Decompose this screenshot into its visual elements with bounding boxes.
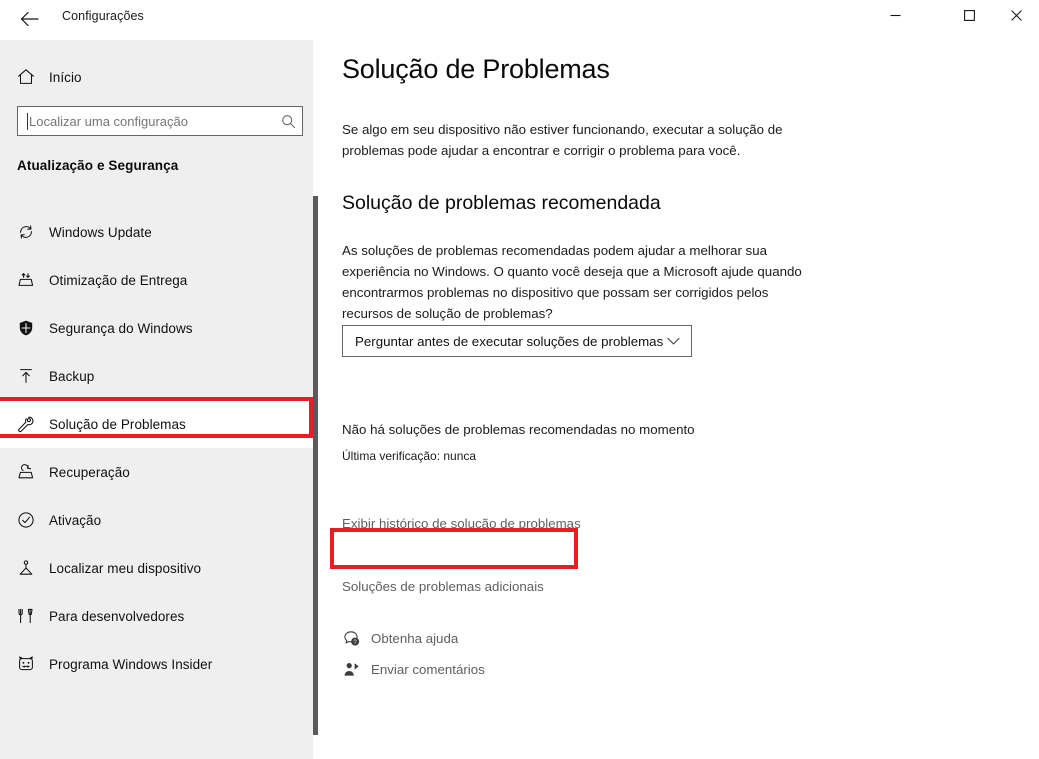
sidebar-item-windows-security[interactable]: Segurança do Windows — [0, 304, 313, 352]
link-additional-troubleshooters[interactable]: Soluções de problemas adicionais — [342, 579, 544, 594]
status-message: Não há soluções de problemas recomendada… — [342, 422, 695, 437]
dropdown-selected-value: Perguntar antes de executar soluções de … — [355, 333, 664, 349]
backup-upload-icon — [17, 367, 45, 385]
page-title: Solução de Problemas — [342, 54, 610, 84]
sidebar-item-label: Backup — [49, 368, 95, 384]
back-arrow-icon — [20, 12, 39, 26]
sidebar-item-label: Localizar meu dispositivo — [49, 560, 202, 576]
delivery-optimization-icon — [17, 271, 45, 289]
link-troubleshoot-history[interactable]: Exibir histórico de solução de problemas — [342, 516, 581, 531]
sidebar-item-label: Solução de Problemas — [49, 416, 186, 432]
maximize-button[interactable] — [946, 0, 992, 31]
sidebar-item-label: Para desenvolvedores — [49, 608, 185, 624]
search-icon[interactable] — [274, 107, 302, 135]
sidebar-item-label: Recuperação — [49, 464, 130, 480]
sidebar-item-find-my-device[interactable]: Localizar meu dispositivo — [0, 544, 313, 592]
sidebar-item-label: Programa Windows Insider — [49, 656, 213, 672]
wrench-icon — [17, 415, 45, 433]
sidebar-item-delivery-optimization[interactable]: Otimização de Entrega — [0, 256, 313, 304]
sidebar-item-label: Ativação — [49, 512, 102, 528]
sidebar: Início Atualização e Segurança — [0, 40, 313, 759]
check-circle-icon — [17, 511, 45, 529]
link-send-feedback-label: Enviar comentários — [371, 662, 485, 677]
close-icon — [1010, 10, 1022, 21]
sidebar-item-troubleshoot[interactable]: Solução de Problemas — [0, 400, 313, 448]
window-title: Configurações — [62, 9, 144, 23]
settings-window: Configurações Início Localizar uma confi… — [0, 0, 1039, 759]
help-question-bubble-icon: ? — [336, 630, 366, 647]
text-caret — [27, 113, 28, 130]
section-title-recommended: Solução de problemas recomendada — [342, 192, 661, 214]
insider-cat-icon — [17, 655, 45, 673]
sidebar-item-windows-update[interactable]: Windows Update — [0, 208, 313, 256]
update-refresh-icon — [17, 223, 45, 241]
minimize-button[interactable] — [872, 0, 918, 31]
developer-tools-icon — [17, 607, 45, 625]
sidebar-item-windows-insider[interactable]: Programa Windows Insider — [0, 640, 313, 688]
home-icon — [17, 68, 45, 86]
link-send-feedback[interactable]: Enviar comentários — [336, 661, 485, 678]
shield-icon — [17, 319, 45, 337]
chevron-down-icon — [667, 337, 680, 346]
page-description: Se algo em seu dispositivo não estiver f… — [342, 122, 783, 158]
sidebar-item-activation[interactable]: Ativação — [0, 496, 313, 544]
section-description: As soluções de problemas recomendadas po… — [342, 243, 802, 321]
back-button[interactable] — [6, 2, 52, 36]
link-get-help[interactable]: ? Obtenha ajuda — [336, 630, 458, 647]
sidebar-nav-list: Windows Update Otimização de Entrega Seg… — [0, 208, 313, 688]
title-bar: Configurações — [0, 0, 1039, 40]
sidebar-item-for-developers[interactable]: Para desenvolvedores — [0, 592, 313, 640]
close-button[interactable] — [993, 0, 1039, 31]
sidebar-item-home[interactable]: Início — [0, 58, 300, 96]
sidebar-item-label: Segurança do Windows — [49, 320, 193, 336]
minimize-icon — [890, 14, 900, 17]
search-input[interactable] — [18, 108, 275, 134]
sidebar-item-label: Windows Update — [49, 224, 152, 240]
sidebar-item-recovery[interactable]: Recuperação — [0, 448, 313, 496]
sidebar-item-label: Otimização de Entrega — [49, 272, 188, 288]
sidebar-group-heading: Atualização e Segurança — [17, 158, 179, 173]
recommended-troubleshooting-dropdown[interactable]: Perguntar antes de executar soluções de … — [342, 325, 692, 357]
sidebar-item-backup[interactable]: Backup — [0, 352, 313, 400]
main-content: Solução de Problemas Se algo em seu disp… — [318, 40, 1039, 759]
search-box[interactable] — [17, 106, 303, 136]
send-feedback-icon — [336, 661, 366, 678]
recovery-icon — [17, 463, 45, 481]
last-check-status: Última verificação: nunca — [342, 449, 477, 463]
link-get-help-label: Obtenha ajuda — [371, 631, 459, 646]
maximize-icon — [963, 10, 975, 21]
locate-device-icon — [17, 559, 45, 577]
sidebar-item-home-label: Início — [49, 69, 82, 85]
